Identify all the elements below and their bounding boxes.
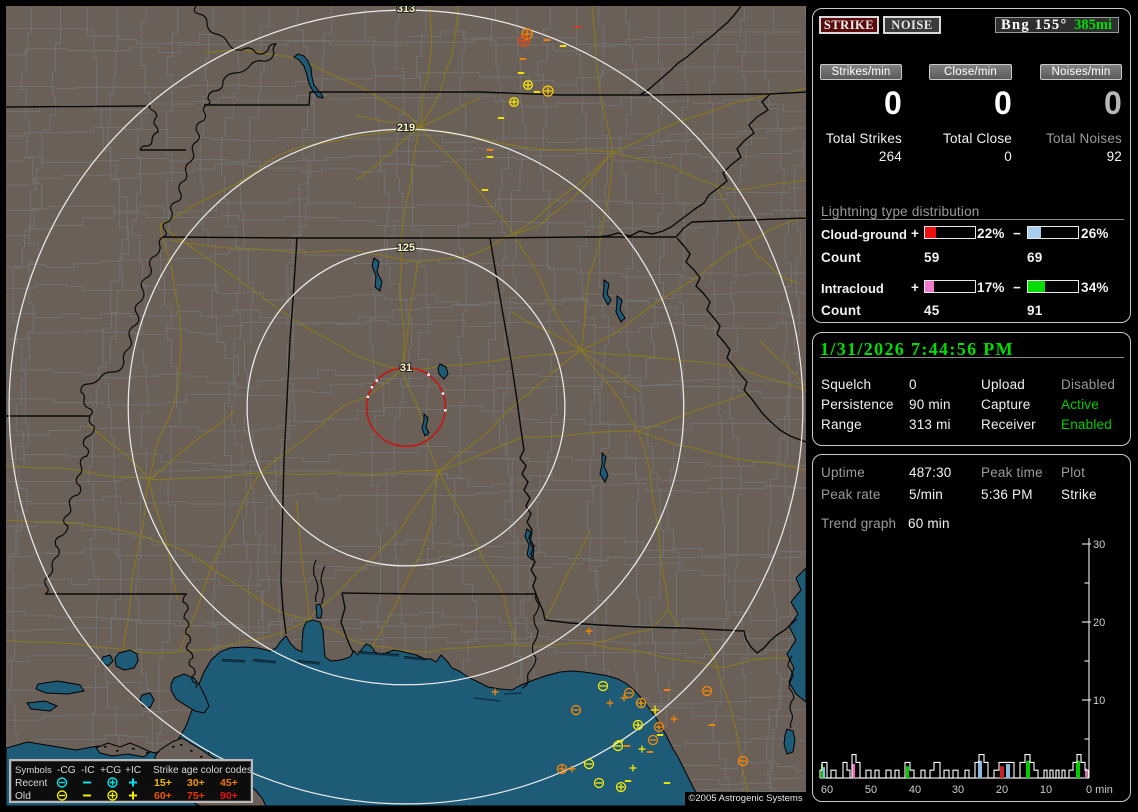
svg-text:10: 10 xyxy=(1040,784,1052,796)
svg-text:45+: 45+ xyxy=(220,777,238,789)
svg-text:30+: 30+ xyxy=(187,777,205,789)
svg-text:60+: 60+ xyxy=(154,790,172,802)
svg-text:-CG: -CG xyxy=(57,765,76,776)
svg-text:Symbols: Symbols xyxy=(15,765,52,776)
svg-text:75+: 75+ xyxy=(187,790,205,802)
svg-text:313: 313 xyxy=(397,6,415,15)
svg-text:15+: 15+ xyxy=(154,777,172,789)
svg-text:+IC: +IC xyxy=(125,765,141,776)
svg-text:0 min: 0 min xyxy=(1086,784,1113,796)
svg-text:30: 30 xyxy=(1093,539,1105,551)
svg-text:125: 125 xyxy=(397,242,415,254)
svg-text:30: 30 xyxy=(952,784,964,796)
svg-text:-IC: -IC xyxy=(81,765,95,776)
svg-text:60: 60 xyxy=(821,784,833,796)
svg-text:40: 40 xyxy=(909,784,921,796)
svg-text:219: 219 xyxy=(397,122,415,134)
svg-text:Old: Old xyxy=(15,791,31,802)
svg-text:+CG: +CG xyxy=(100,765,121,776)
svg-text:20: 20 xyxy=(1093,617,1105,629)
svg-text:50: 50 xyxy=(865,784,877,796)
svg-text:Strike age color codes: Strike age color codes xyxy=(153,765,251,776)
svg-text:31: 31 xyxy=(400,362,412,374)
svg-text:10: 10 xyxy=(1093,695,1105,707)
svg-text:20: 20 xyxy=(996,784,1008,796)
svg-text:90+: 90+ xyxy=(220,790,238,802)
svg-text:Recent: Recent xyxy=(15,778,47,789)
